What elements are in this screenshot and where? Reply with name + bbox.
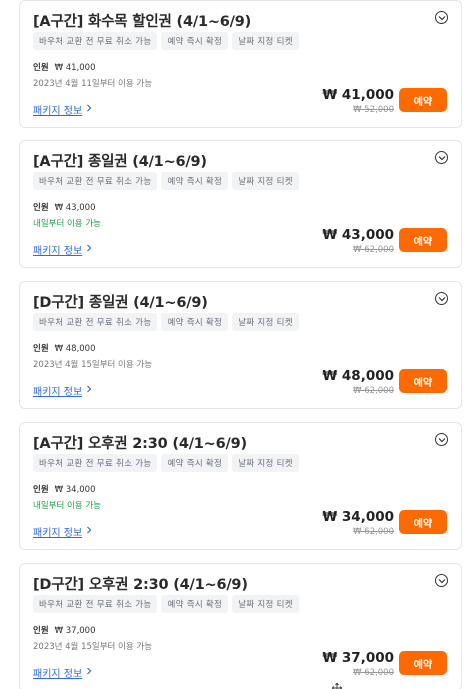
people-row: 인원 ₩ 43,000 [33,201,96,213]
product-card: [A구간] 오후권 2:30 (4/1~6/9) 바우처 교환 전 무료 취소 … [19,422,462,550]
people-row: 인원 ₩ 37,000 [33,624,96,636]
package-info-link[interactable]: 패키지 정보 [33,102,92,117]
price-block: ₩ 43,000 ₩ 62,000 [322,227,394,255]
chevron-down-icon[interactable] [435,292,448,305]
people-label: 인원 [33,344,49,354]
chevron-down-icon[interactable] [435,574,448,587]
sale-price: ₩ 43,000 [322,227,394,243]
availability-text: 2023년 4월 11일부터 이용 가능 [33,79,153,89]
people-label: 인원 [33,485,49,495]
sale-price: ₩ 41,000 [322,87,394,103]
product-title: [A구간] 종일권 (4/1~6/9) [33,154,207,170]
chevron-right-icon [86,526,92,537]
people-price: ₩ 41,000 [54,63,96,73]
book-button[interactable]: 예약 [399,369,447,393]
availability-text: 내일부터 이용 가능 [33,219,101,229]
people-label: 인원 [33,626,49,636]
people-row: 인원 ₩ 48,000 [33,342,96,354]
product-title: [A구간] 오후권 2:30 (4/1~6/9) [33,436,247,452]
product-title: [D구간] 오후권 2:30 (4/1~6/9) [33,577,248,593]
book-button[interactable]: 예약 [399,651,447,675]
chevron-right-icon [86,385,92,396]
sale-price: ₩ 34,000 [322,509,394,525]
tag-list: 바우처 교환 전 무료 취소 가능 예약 즉시 확정 날짜 지정 티켓 [33,313,299,331]
availability-text: 2023년 4월 15일부터 이용 가능 [33,642,153,652]
people-row: 인원 ₩ 34,000 [33,483,96,495]
people-price: ₩ 37,000 [54,626,96,636]
tag-date-ticket: 날짜 지정 티켓 [232,32,299,50]
product-card: [D구간] 오후권 2:30 (4/1~6/9) 바우처 교환 전 무료 취소 … [19,563,462,689]
people-row: 인원 ₩ 41,000 [33,61,96,73]
price-block: ₩ 41,000 ₩ 52,000 [322,87,394,115]
tag-free-cancel: 바우처 교환 전 무료 취소 가능 [33,172,158,190]
tag-date-ticket: 날짜 지정 티켓 [232,313,299,331]
price-block: ₩ 48,000 ₩ 62,000 [322,368,394,396]
chevron-right-icon [86,667,92,678]
product-title: [D구간] 종일권 (4/1~6/9) [33,295,208,311]
package-info-link[interactable]: 패키지 정보 [33,383,92,398]
original-price: ₩ 62,000 [353,527,394,537]
package-info-link[interactable]: 패키지 정보 [33,524,92,539]
chevron-down-icon[interactable] [435,433,448,446]
tag-free-cancel: 바우처 교환 전 무료 취소 가능 [33,595,158,613]
tag-date-ticket: 날짜 지정 티켓 [232,172,299,190]
sale-price: ₩ 37,000 [322,650,394,666]
people-label: 인원 [33,63,49,73]
move-cursor-icon [331,678,343,689]
tag-date-ticket: 날짜 지정 티켓 [232,595,299,613]
tag-free-cancel: 바우처 교환 전 무료 취소 가능 [33,32,158,50]
tag-instant-confirm: 예약 즉시 확정 [161,313,229,331]
book-button[interactable]: 예약 [399,228,447,252]
product-card: [A구간] 화수목 할인권 (4/1~6/9) 바우처 교환 전 무료 취소 가… [19,0,462,128]
tag-list: 바우처 교환 전 무료 취소 가능 예약 즉시 확정 날짜 지정 티켓 [33,595,299,613]
book-button[interactable]: 예약 [399,510,447,534]
tag-instant-confirm: 예약 즉시 확정 [161,172,229,190]
sale-price: ₩ 48,000 [322,368,394,384]
chevron-right-icon [86,104,92,115]
chevron-down-icon[interactable] [435,11,448,24]
package-info-link[interactable]: 패키지 정보 [33,665,92,680]
people-price: ₩ 43,000 [54,203,96,213]
product-card: [A구간] 종일권 (4/1~6/9) 바우처 교환 전 무료 취소 가능 예약… [19,140,462,268]
package-info-link[interactable]: 패키지 정보 [33,242,92,257]
price-block: ₩ 34,000 ₩ 62,000 [322,509,394,537]
people-price: ₩ 48,000 [54,344,96,354]
book-button[interactable]: 예약 [399,88,447,112]
tag-instant-confirm: 예약 즉시 확정 [161,595,229,613]
original-price: ₩ 62,000 [353,245,394,255]
tag-date-ticket: 날짜 지정 티켓 [232,454,299,472]
availability-text: 2023년 4월 15일부터 이용 가능 [33,360,153,370]
original-price: ₩ 52,000 [353,105,394,115]
availability-text: 내일부터 이용 가능 [33,501,101,511]
product-card: [D구간] 종일권 (4/1~6/9) 바우처 교환 전 무료 취소 가능 예약… [19,281,462,409]
chevron-right-icon [86,244,92,255]
people-price: ₩ 34,000 [54,485,96,495]
product-title: [A구간] 화수목 할인권 (4/1~6/9) [33,14,252,30]
tag-instant-confirm: 예약 즉시 확정 [161,454,229,472]
tag-instant-confirm: 예약 즉시 확정 [161,32,229,50]
tag-list: 바우처 교환 전 무료 취소 가능 예약 즉시 확정 날짜 지정 티켓 [33,454,299,472]
tag-free-cancel: 바우처 교환 전 무료 취소 가능 [33,454,158,472]
tag-list: 바우처 교환 전 무료 취소 가능 예약 즉시 확정 날짜 지정 티켓 [33,32,299,50]
original-price: ₩ 62,000 [353,668,394,678]
price-block: ₩ 37,000 ₩ 62,000 [322,650,394,678]
original-price: ₩ 62,000 [353,386,394,396]
tag-list: 바우처 교환 전 무료 취소 가능 예약 즉시 확정 날짜 지정 티켓 [33,172,299,190]
chevron-down-icon[interactable] [435,151,448,164]
tag-free-cancel: 바우처 교환 전 무료 취소 가능 [33,313,158,331]
people-label: 인원 [33,203,49,213]
